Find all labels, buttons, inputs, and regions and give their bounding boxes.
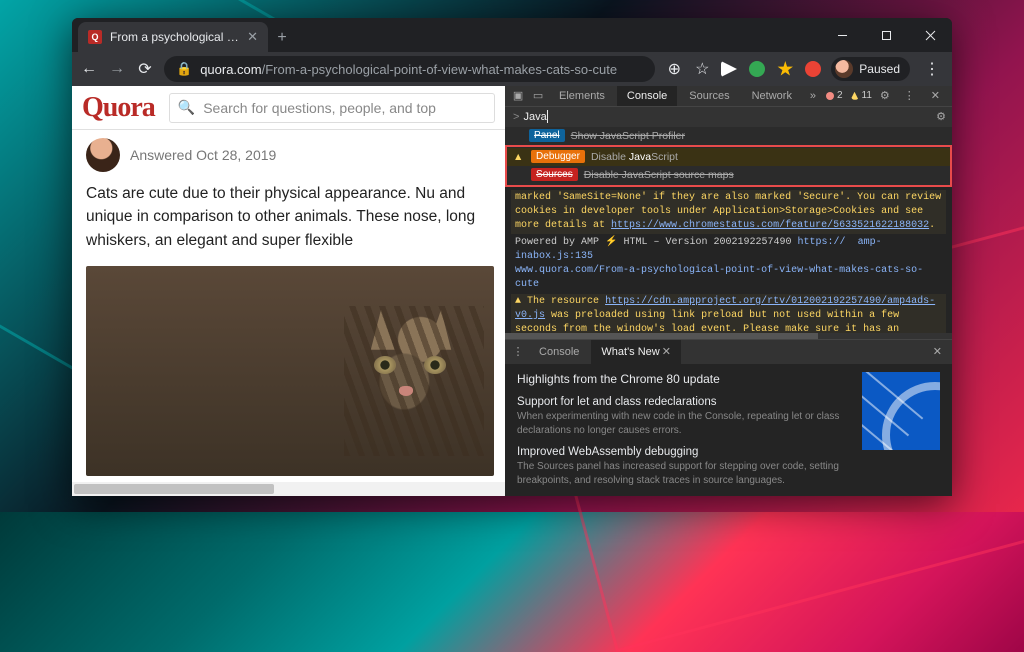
answered-date: Answered Oct 28, 2019 [130, 147, 276, 163]
category-chip: Panel [529, 129, 565, 142]
console-output: marked 'SameSite=None' if they are also … [505, 187, 952, 333]
browser-tab[interactable]: Q From a psychological point of vi ✕ [78, 22, 268, 52]
horizontal-scrollbar[interactable] [72, 482, 505, 496]
command-option[interactable]: Panel Show JavaScript Profiler [505, 127, 952, 145]
whatsnew-item-body: When experimenting with new code in the … [517, 410, 850, 438]
tab-network[interactable]: Network [742, 86, 802, 106]
quora-logo[interactable]: Quora [82, 92, 155, 124]
whatsnew-headline: Highlights from the Chrome 80 update [517, 372, 850, 386]
kebab-icon[interactable]: ⋮ [509, 345, 527, 358]
drawer-tab-console[interactable]: Console [529, 340, 589, 364]
whatsnew-item-title: Improved WebAssembly debugging [517, 446, 850, 458]
inspect-icon[interactable]: ▣ [509, 89, 527, 102]
close-icon[interactable]: ✕ [923, 89, 948, 102]
whatsnew-item-body: The Sources panel has increased support … [517, 460, 850, 488]
extension-icons [721, 61, 821, 77]
warning-count-badge[interactable]: 11 [851, 90, 872, 101]
url-text: quora.com/From-a-psychological-point-of-… [200, 62, 617, 77]
chrome-window: Q From a psychological point of vi ✕ + ←… [72, 18, 952, 496]
url-path: /From-a-psychological-point-of-view-what… [262, 62, 617, 77]
lock-icon: 🔒 [176, 61, 192, 77]
log-link[interactable]: https:// [798, 237, 846, 248]
profile-label: Paused [859, 62, 900, 76]
device-toggle-icon[interactable]: ▭ [529, 89, 547, 102]
command-label: Disable JavaScript source maps [584, 169, 734, 181]
warning-icon: ▲ [513, 151, 525, 163]
search-icon: 🔍 [178, 99, 195, 116]
gear-icon[interactable]: ⚙ [936, 110, 946, 123]
forward-button[interactable]: → [108, 60, 126, 78]
command-option[interactable]: Sources Disable JavaScript source maps [507, 166, 950, 184]
omnibox[interactable]: 🔒 quora.com/From-a-psychological-point-o… [164, 56, 655, 82]
whatsnew-illustration [862, 372, 940, 450]
devtools-drawer: ⋮ Console What's New ✕ ✕ Highlights from… [505, 339, 952, 496]
window-close-button[interactable] [908, 18, 952, 52]
site-search-input[interactable]: 🔍 Search for questions, people, and top [169, 93, 495, 123]
console-info: Powered by AMP ⚡ HTML – Version 20021922… [511, 235, 946, 293]
console-warning: marked 'SameSite=None' if they are also … [511, 190, 946, 234]
tab-elements[interactable]: Elements [549, 86, 615, 106]
command-label: Show JavaScript Profiler [571, 130, 685, 142]
back-button[interactable]: ← [80, 60, 98, 78]
favicon-icon: Q [88, 30, 102, 44]
titlebar: Q From a psychological point of vi ✕ + [72, 18, 952, 52]
kebab-menu-icon[interactable]: ⋮ [920, 59, 944, 79]
tab-console[interactable]: Console [617, 86, 677, 106]
extension-icon[interactable] [805, 61, 821, 77]
tab-sources[interactable]: Sources [679, 86, 739, 106]
avatar-icon [835, 60, 853, 78]
more-tabs-icon[interactable]: » [804, 90, 822, 102]
whatsnew-item-title: Support for let and class redeclarations [517, 396, 850, 408]
annotation-highlight: ▲ Debugger Disable JavaScript Sources Di… [505, 145, 952, 187]
devtools-tabs: ▣ ▭ Elements Console Sources Network » 2… [505, 86, 952, 107]
command-query: Java [523, 111, 546, 123]
bookmark-star-icon[interactable] [777, 61, 793, 77]
minimize-button[interactable] [820, 18, 864, 52]
prompt-prefix: > [513, 111, 519, 123]
kebab-icon[interactable]: ⋮ [898, 89, 921, 102]
drawer-tabs: ⋮ Console What's New ✕ ✕ [505, 340, 952, 364]
close-icon[interactable]: ✕ [927, 345, 948, 358]
search-placeholder: Search for questions, people, and top [203, 100, 436, 116]
extension-icon[interactable] [721, 61, 737, 77]
devtools-panel: ▣ ▭ Elements Console Sources Network » 2… [505, 86, 952, 496]
gear-icon[interactable]: ⚙ [874, 89, 896, 102]
extension-icon[interactable] [749, 61, 765, 77]
page-content: Quora 🔍 Search for questions, people, an… [72, 86, 505, 496]
close-icon[interactable]: ✕ [662, 345, 671, 358]
drawer-tab-whatsnew[interactable]: What's New ✕ [591, 340, 681, 364]
star-icon[interactable]: ☆ [693, 59, 711, 79]
error-count-badge[interactable]: 2 [826, 90, 843, 101]
new-tab-button[interactable]: + [268, 24, 296, 52]
log-link[interactable]: https://www.chromestatus.com/feature/563… [611, 220, 929, 231]
category-chip: Debugger [531, 150, 585, 163]
author-avatar[interactable] [86, 138, 120, 172]
category-chip: Sources [531, 168, 578, 181]
maximize-button[interactable] [864, 18, 908, 52]
close-icon[interactable]: ✕ [247, 29, 258, 45]
answer-meta: Answered Oct 28, 2019 [86, 138, 491, 172]
profile-chip[interactable]: Paused [831, 57, 910, 81]
answer-image [86, 266, 494, 476]
reload-button[interactable]: ⟳ [136, 59, 154, 79]
command-label: Disable JavaScript [591, 151, 678, 163]
answer-text: Cats are cute due to their physical appe… [86, 182, 491, 252]
command-option[interactable]: ▲ Debugger Disable JavaScript [507, 148, 950, 166]
site-header: Quora 🔍 Search for questions, people, an… [72, 86, 505, 130]
tab-title: From a psychological point of vi [110, 30, 239, 44]
command-menu-input[interactable]: > Java ⚙ [505, 107, 952, 127]
url-domain: quora.com [200, 62, 261, 77]
search-icon[interactable]: ⊕ [665, 59, 683, 79]
command-menu-dropdown: Panel Show JavaScript Profiler ▲ Debugge… [505, 127, 952, 187]
console-warning: ▲ The resource https://cdn.ampproject.or… [511, 294, 946, 333]
log-link[interactable]: www.quora.com/From-a-psychological-point… [515, 265, 923, 290]
address-bar: ← → ⟳ 🔒 quora.com/From-a-psychological-p… [72, 52, 952, 86]
